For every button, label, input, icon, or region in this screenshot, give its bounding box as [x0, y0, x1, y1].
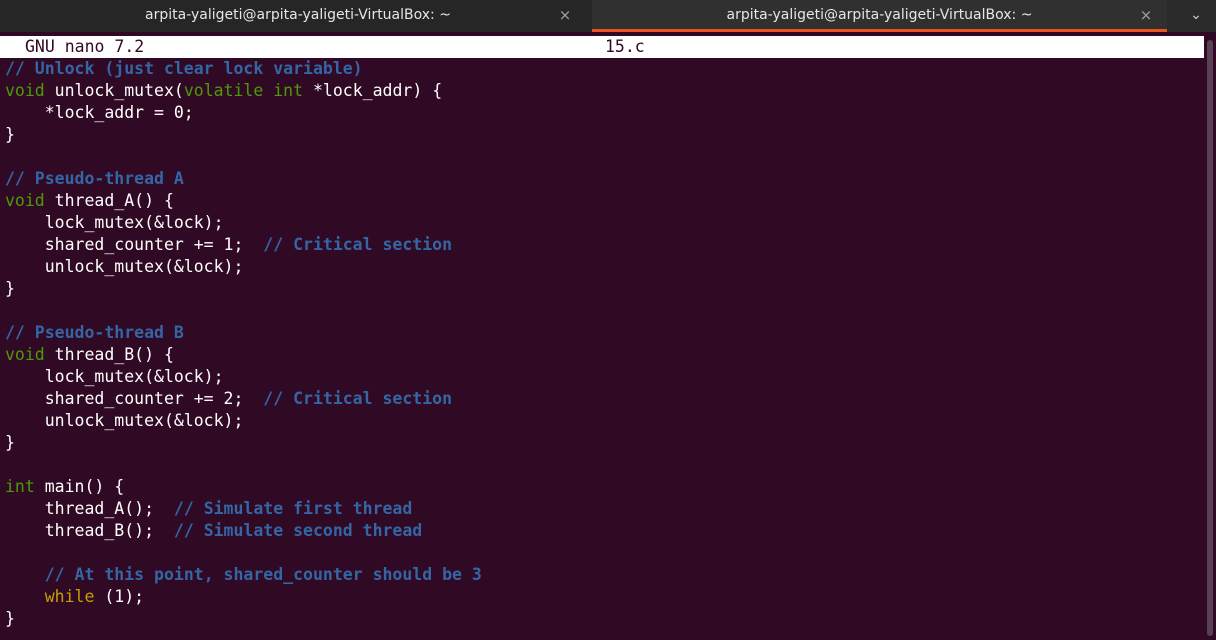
close-icon[interactable]: ×: [1134, 0, 1158, 30]
terminal-window[interactable]: GNU nano 7.2 15.c // Unlock (just clear …: [0, 36, 1216, 640]
code-token-keyword: while: [44, 587, 95, 606]
code-token-comment: // Critical section: [263, 389, 453, 408]
terminal-tab-1[interactable]: arpita-yaligeti@arpita-yaligeti-VirtualB…: [0, 0, 592, 32]
code-token-type: void: [5, 345, 45, 364]
code-token-comment: // Pseudo-thread A: [5, 169, 184, 188]
code-token-plain: *lock_addr) {: [303, 81, 443, 100]
code-token-plain: unlock_mutex(&lock);: [5, 257, 244, 276]
code-line: }: [5, 432, 1200, 454]
code-line: // Pseudo-thread B: [5, 322, 1200, 344]
code-token-type: void: [5, 191, 45, 210]
code-token-plain: thread_B() {: [44, 345, 174, 364]
tab-menu-chevron-down-icon[interactable]: ⌄: [1176, 0, 1216, 32]
scrollbar-thumb[interactable]: [1207, 40, 1213, 636]
code-token-type: int: [273, 81, 304, 100]
nano-title-bar: GNU nano 7.2 15.c: [0, 36, 1204, 58]
code-line: }: [5, 608, 1200, 630]
code-line: unlock_mutex(&lock);: [5, 256, 1200, 278]
code-token-comment: // Simulate first thread: [173, 499, 413, 518]
code-line: lock_mutex(&lock);: [5, 366, 1200, 388]
code-line: shared_counter += 1; // Critical section: [5, 234, 1200, 256]
code-token-type: int: [5, 477, 35, 496]
code-line: lock_mutex(&lock);: [5, 212, 1200, 234]
code-token-comment: // Critical section: [263, 235, 453, 254]
code-line: *lock_addr = 0;: [5, 102, 1200, 124]
code-token-plain: shared_counter += 2;: [5, 389, 264, 408]
code-token-plain: (1);: [94, 587, 145, 606]
code-line: thread_B(); // Simulate second thread: [5, 520, 1200, 542]
code-line: void thread_A() {: [5, 190, 1200, 212]
code-token-comment: // At this point, shared_counter should …: [44, 565, 482, 584]
code-token-comment: // Pseudo-thread B: [5, 323, 184, 342]
code-token-plain: }: [5, 609, 15, 628]
code-token-plain: thread_A() {: [44, 191, 174, 210]
code-token-comment: // Unlock (just clear lock variable): [5, 59, 363, 78]
code-line: unlock_mutex(&lock);: [5, 410, 1200, 432]
code-line: void unlock_mutex(volatile int *lock_add…: [5, 80, 1200, 102]
code-line: // Unlock (just clear lock variable): [5, 58, 1200, 80]
code-token-type: volatile: [183, 81, 264, 100]
code-token-type: void: [5, 81, 45, 100]
code-token-plain: unlock_mutex(: [44, 81, 184, 100]
code-line: shared_counter += 2; // Critical section: [5, 388, 1200, 410]
code-token-comment: // Simulate second thread: [173, 521, 423, 540]
tab-title: arpita-yaligeti@arpita-yaligeti-VirtualB…: [726, 7, 1033, 23]
tab-title: arpita-yaligeti@arpita-yaligeti-VirtualB…: [145, 7, 451, 23]
code-line: void thread_B() {: [5, 344, 1200, 366]
code-token-plain: thread_B();: [5, 521, 174, 540]
code-token-plain: *lock_addr = 0;: [5, 103, 194, 122]
code-line: int main() {: [5, 476, 1200, 498]
code-token-plain: lock_mutex(&lock);: [5, 213, 224, 232]
code-line: }: [5, 124, 1200, 146]
code-token-plain: }: [5, 279, 15, 298]
code-line: // Pseudo-thread A: [5, 168, 1200, 190]
code-line: // At this point, shared_counter should …: [5, 564, 1200, 586]
code-token-plain: shared_counter += 1;: [5, 235, 264, 254]
code-line: thread_A(); // Simulate first thread: [5, 498, 1200, 520]
code-token-plain: }: [5, 125, 15, 144]
scrollbar[interactable]: [1204, 36, 1216, 640]
code-token-plain: main() {: [34, 477, 125, 496]
nano-version: GNU nano 7.2: [25, 37, 145, 56]
terminal-tab-bar: arpita-yaligeti@arpita-yaligeti-VirtualB…: [0, 0, 1216, 32]
code-token-plain: thread_A();: [5, 499, 174, 518]
code-token-plain: }: [5, 433, 15, 452]
nano-filename: 15.c: [605, 37, 645, 56]
code-token-plain: lock_mutex(&lock);: [5, 367, 224, 386]
code-line: while (1);: [5, 586, 1200, 608]
terminal-tab-2-active[interactable]: arpita-yaligeti@arpita-yaligeti-VirtualB…: [592, 0, 1167, 32]
code-token-plain: unlock_mutex(&lock);: [5, 411, 244, 430]
code-editor-area[interactable]: // Unlock (just clear lock variable) void…: [5, 58, 1200, 640]
close-icon[interactable]: ×: [553, 0, 577, 30]
code-line: }: [5, 278, 1200, 300]
